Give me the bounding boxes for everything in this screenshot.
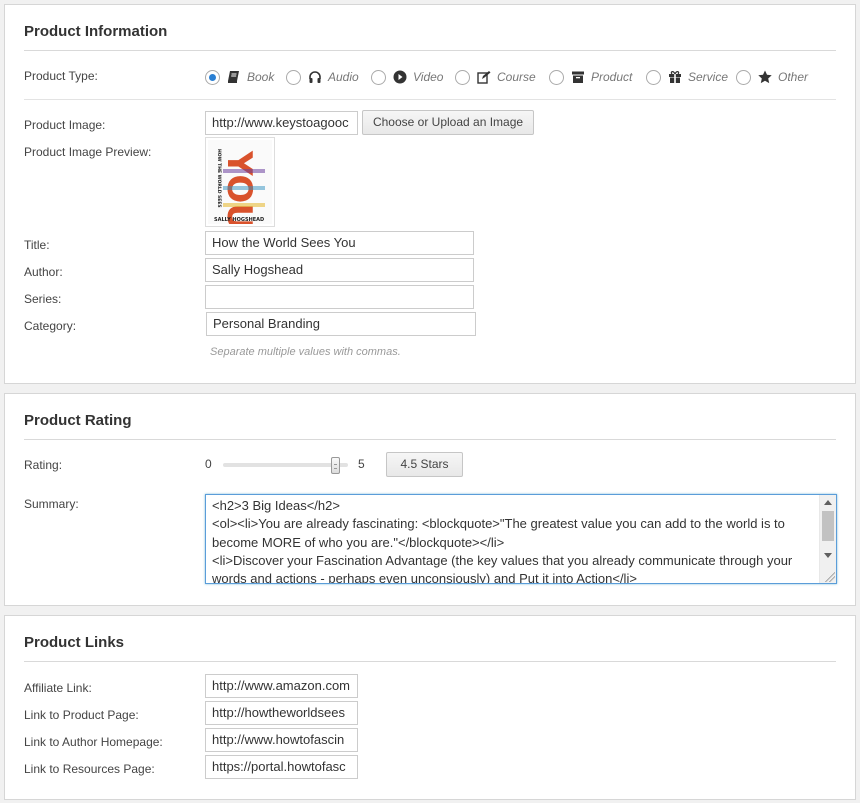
rating-max-label: 5 (358, 457, 365, 471)
radio-button[interactable] (371, 69, 386, 85)
panel-title: Product Links (24, 634, 125, 651)
author-label: Author: (24, 265, 63, 279)
category-label: Category: (24, 319, 77, 333)
product-page-link-label: Link to Product Page: (24, 708, 139, 722)
divider (24, 50, 836, 51)
scroll-up-arrow-icon[interactable] (824, 500, 832, 505)
cover-author-text: SALLY HOGSHEAD (214, 217, 264, 223)
product-page-link-input[interactable]: http://howtheworldsees (205, 701, 358, 725)
summary-textarea[interactable]: <h2>3 Big Ideas</h2> <ol><li>You are alr… (205, 494, 837, 584)
product-image-url-input[interactable]: http://www.keystoagooc (205, 111, 358, 135)
summary-label: Summary: (24, 497, 79, 511)
category-hint: Separate multiple values with commas. (210, 346, 401, 358)
resize-handle-icon[interactable] (825, 572, 835, 582)
gift-icon (669, 71, 681, 83)
rating-slider-track[interactable] (223, 463, 348, 467)
product-rating-panel: Product Rating Rating: 0 5 4.5 Stars Sum… (4, 393, 856, 606)
series-input[interactable] (205, 285, 474, 309)
rating-stars-button[interactable]: 4.5 Stars (386, 452, 463, 477)
product-type-video-option[interactable]: Video (371, 69, 443, 85)
option-label: Service (688, 70, 729, 84)
radio-button[interactable] (646, 69, 661, 85)
product-image-label: Product Image: (24, 118, 106, 132)
scroll-down-arrow-icon[interactable] (824, 553, 832, 558)
affiliate-link-label: Affiliate Link: (24, 681, 92, 695)
summary-text[interactable]: <h2>3 Big Ideas</h2> <ol><li>You are alr… (212, 497, 814, 583)
product-image-preview: HOW THE WORLD SEES YOU SALLY HOGSHEAD (205, 137, 275, 231)
divider (24, 661, 836, 662)
option-label: Course (497, 70, 536, 84)
divider (24, 439, 836, 440)
product-links-panel: Product Links Affiliate Link: http://www… (4, 615, 856, 800)
product-type-other-option[interactable]: Other (736, 69, 808, 85)
product-image-preview-label: Product Image Preview: (24, 145, 152, 159)
choose-upload-image-button[interactable]: Choose or Upload an Image (362, 110, 534, 135)
title-label: Title: (24, 238, 50, 252)
rating-slider-handle[interactable] (331, 457, 340, 474)
star-icon (758, 70, 772, 84)
author-input[interactable]: Sally Hogshead (205, 258, 474, 282)
radio-button[interactable] (455, 69, 470, 85)
resources-page-link-label: Link to Resources Page: (24, 762, 155, 776)
affiliate-link-input[interactable]: http://www.amazon.com (205, 674, 358, 698)
author-homepage-link-label: Link to Author Homepage: (24, 735, 163, 749)
product-type-label: Product Type: (24, 69, 98, 83)
option-label: Book (247, 70, 275, 84)
product-type-course-option[interactable]: Course (455, 69, 536, 85)
play-circle-icon (393, 70, 407, 84)
category-input[interactable]: Personal Branding (206, 312, 476, 336)
radio-button[interactable] (736, 69, 751, 85)
option-label: Other (778, 70, 809, 84)
option-label: Audio (328, 70, 359, 84)
product-type-product-option[interactable]: Product (549, 69, 632, 85)
radio-button[interactable] (549, 69, 564, 85)
resources-page-link-input[interactable]: https://portal.howtofasc (205, 755, 358, 779)
option-label: Video (413, 70, 444, 84)
panel-title: Product Information (24, 23, 168, 40)
headphones-icon (309, 71, 321, 83)
book-icon (228, 71, 239, 83)
panel-title: Product Rating (24, 412, 132, 429)
divider (24, 99, 836, 100)
edit-icon (477, 71, 491, 84)
rating-label: Rating: (24, 458, 63, 472)
series-label: Series: (24, 292, 62, 306)
product-type-audio-option[interactable]: Audio (286, 69, 359, 85)
radio-button[interactable] (286, 69, 301, 85)
option-label: Product (591, 70, 633, 84)
archive-box-icon (572, 71, 584, 83)
summary-scrollbar[interactable] (819, 495, 836, 583)
scrollbar-thumb[interactable] (822, 511, 834, 541)
radio-button[interactable] (205, 69, 220, 85)
title-input[interactable]: How the World Sees You (205, 231, 474, 255)
product-type-book-option[interactable]: Book (205, 69, 274, 85)
author-homepage-link-input[interactable]: http://www.howtofascin (205, 728, 358, 752)
product-information-panel: Product Information Product Type: Book A… (4, 4, 856, 384)
rating-min-label: 0 (205, 457, 212, 471)
product-type-service-option[interactable]: Service (646, 69, 728, 85)
book-cover-image: HOW THE WORLD SEES YOU SALLY HOGSHEAD (208, 140, 272, 231)
